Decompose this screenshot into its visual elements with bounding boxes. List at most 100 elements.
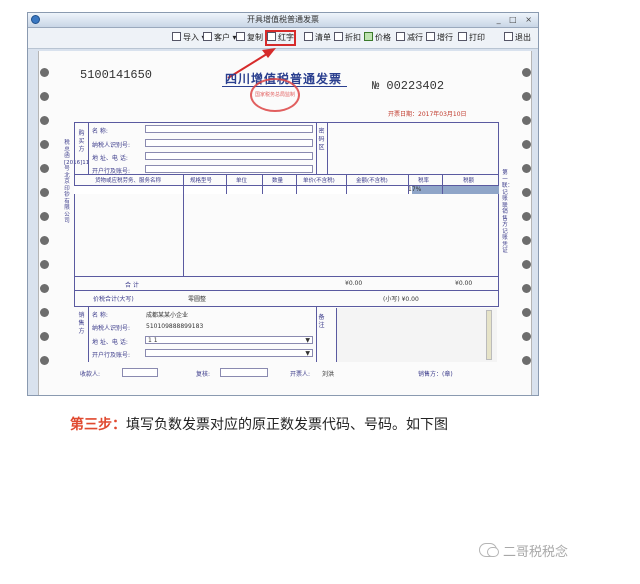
hole: [522, 68, 531, 77]
divider: [316, 122, 317, 174]
hole: [522, 332, 531, 341]
hole: [40, 260, 49, 269]
divider: [74, 174, 499, 175]
hole: [522, 356, 531, 365]
divider: [183, 174, 184, 276]
invoice-code: 5100141650: [80, 68, 153, 82]
step-description: 填写负数发票对应的原正数发票代码、号码。如下图: [126, 417, 448, 433]
col-quantity: 数量: [272, 178, 284, 184]
hole: [40, 236, 49, 245]
payee-label: 收款人:: [80, 371, 101, 378]
hole: [40, 308, 49, 317]
hole: [522, 236, 531, 245]
invoice-date: 开票日期：2017年03月10日: [388, 111, 467, 118]
col-tax: 税额: [463, 178, 475, 184]
chevron-down-icon: ▼: [305, 337, 310, 344]
selected-cell-highlight: [412, 186, 499, 194]
issuer-value: 刘洪: [322, 371, 335, 378]
seller-name-label: 名 称:: [92, 312, 108, 319]
hole: [40, 332, 49, 341]
divider: [327, 122, 328, 174]
brand-watermark: 二哥税税念: [479, 541, 568, 560]
hole: [40, 164, 49, 173]
hole: [522, 140, 531, 149]
buyer-tax-id-field[interactable]: [145, 139, 313, 147]
issuer-label: 开票人:: [290, 371, 311, 378]
table-row[interactable]: 17%: [74, 186, 499, 194]
grand-total-label: 价税合计(大写): [93, 296, 134, 303]
col-amount: 金额(不含税): [356, 178, 388, 184]
hole: [40, 116, 49, 125]
divider: [262, 174, 263, 194]
divider: [316, 306, 317, 362]
password-area-label: 密码区: [318, 128, 325, 151]
divider: [296, 174, 297, 194]
buyer-side-label: 购买方: [78, 130, 85, 153]
seller-seal-label: 销售方：(章): [418, 371, 453, 378]
hole: [522, 212, 531, 221]
col-unit: 单位: [236, 178, 248, 184]
hole: [40, 92, 49, 101]
divider: [88, 122, 89, 174]
step-label: 第三步：: [70, 417, 126, 433]
wechat-icon: [479, 543, 499, 557]
divider: [442, 174, 443, 194]
seller-tax-id-value: 510109888899183: [146, 323, 204, 330]
hole: [40, 356, 49, 365]
total-label: 合 计: [125, 282, 139, 289]
hole: [40, 68, 49, 77]
hole: [40, 188, 49, 197]
hole: [522, 308, 531, 317]
seller-tax-id-label: 纳税人识别号:: [92, 325, 131, 332]
chevron-down-icon: ▼: [305, 350, 310, 357]
hole: [40, 140, 49, 149]
hole: [40, 212, 49, 221]
hole: [522, 188, 531, 197]
seller-side-label: 销售方: [78, 312, 85, 335]
hole: [522, 92, 531, 101]
col-rate: 税率: [418, 178, 430, 184]
invoice-number: № 00223402: [372, 79, 445, 93]
row-rate: 17%: [408, 186, 422, 193]
hole: [522, 284, 531, 293]
left-side-text: 税总函[2016]11号北京印钞有限公司: [64, 140, 89, 224]
seller-address-select[interactable]: 1 1 ▼: [145, 336, 313, 344]
buyer-bank-field[interactable]: [145, 165, 313, 173]
note-field[interactable]: [336, 308, 497, 362]
seller-bank-select[interactable]: ▼: [145, 349, 313, 357]
divider: [74, 276, 499, 277]
hole: [40, 284, 49, 293]
divider: [346, 174, 347, 194]
col-spec: 规格型号: [190, 178, 213, 184]
divider: [226, 174, 227, 194]
instruction-text: 第三步：填写负数发票对应的原正数发票代码、号码。如下图: [70, 414, 448, 434]
checker-field[interactable]: [220, 368, 268, 377]
seller-bank-label: 开户行及账号:: [92, 352, 131, 359]
grand-total-caps: 零圆整: [188, 296, 207, 303]
divider: [74, 306, 499, 307]
payee-field[interactable]: [122, 368, 158, 377]
hole: [522, 116, 531, 125]
buyer-name-label: 名 称:: [92, 128, 108, 135]
buyer-tax-id-label: 纳税人识别号:: [92, 142, 131, 149]
note-scrollbar[interactable]: [486, 310, 492, 360]
hole: [522, 164, 531, 173]
buyer-name-field[interactable]: [145, 125, 313, 133]
col-unit-price: 单价(不含税): [303, 178, 335, 184]
seller-address-label: 地 址、电 话:: [92, 339, 128, 346]
tax-bureau-stamp: 国家税务总局监制: [250, 78, 300, 112]
total-amount: ¥0.00: [345, 280, 363, 287]
total-tax: ¥0.00: [455, 280, 473, 287]
divider: [74, 290, 499, 291]
seller-name-value: 成都某某小企业: [146, 312, 189, 319]
divider: [408, 174, 409, 194]
checker-label: 复核:: [196, 371, 211, 378]
note-label: 备注: [318, 314, 325, 329]
col-goods-name: 货物或应税劳务、服务名称: [95, 178, 162, 184]
right-side-text: 第一联：记账联 销售方记账凭证: [502, 170, 514, 254]
grand-total-small: (小写) ¥0.00: [383, 296, 419, 303]
buyer-address-label: 地 址、电 话:: [92, 155, 128, 162]
buyer-address-field[interactable]: [145, 152, 313, 160]
hole: [522, 260, 531, 269]
divider: [88, 306, 89, 362]
